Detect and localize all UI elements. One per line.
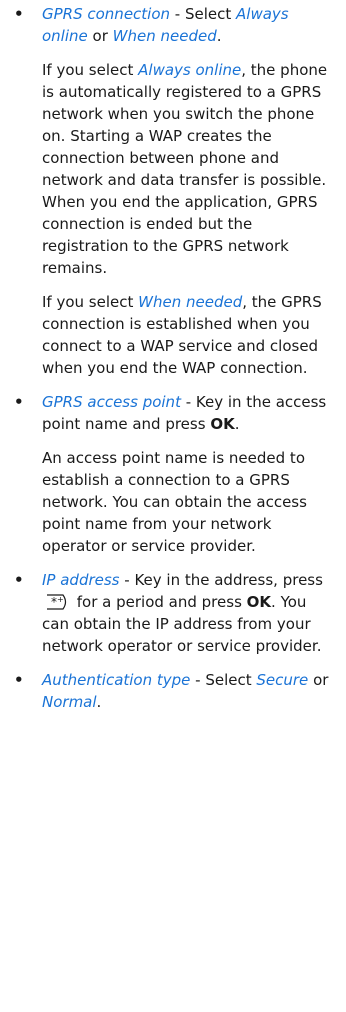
list-item-gprs-access-point: • GPRS access point - Key in the access … bbox=[8, 391, 338, 557]
authentication-type-term: Authentication type bbox=[42, 671, 191, 689]
access-point-explanation: An access point name is needed to establ… bbox=[42, 449, 307, 555]
always-online-ref: Always online bbox=[138, 61, 242, 79]
authentication-type-description: Authentication type - Select Secure or N… bbox=[42, 671, 329, 711]
svg-text:+: + bbox=[57, 595, 64, 604]
when-needed-ref: When needed bbox=[138, 293, 243, 311]
bullet-marker: • bbox=[14, 5, 24, 23]
when-needed-explanation: If you select When needed, the GPRS conn… bbox=[42, 293, 322, 377]
ip-address-description: IP address - Key in the address, press *… bbox=[42, 571, 323, 655]
bullet-marker: • bbox=[14, 571, 24, 589]
normal-option: Normal bbox=[42, 693, 97, 711]
always-online-explanation: If you select Always online, the phone i… bbox=[42, 61, 328, 277]
gprs-access-point-term: GPRS access point bbox=[42, 393, 181, 411]
bullet-marker: • bbox=[14, 671, 24, 689]
ok-key-label: OK bbox=[246, 593, 272, 611]
ok-key-label: OK bbox=[210, 415, 235, 433]
manual-page: • GPRS connection - Select Always online… bbox=[0, 0, 346, 713]
list-item-authentication-type: • Authentication type - Select Secure or… bbox=[8, 669, 338, 713]
ip-address-term: IP address bbox=[42, 571, 120, 589]
bullet-marker: • bbox=[14, 393, 24, 411]
gprs-connection-term: GPRS connection bbox=[42, 5, 171, 23]
list-item-gprs-connection: • GPRS connection - Select Always online… bbox=[8, 3, 338, 379]
gprs-connection-description: GPRS connection - Select Always online o… bbox=[42, 5, 289, 45]
secure-option: Secure bbox=[256, 671, 309, 689]
list-item-ip-address: • IP address - Key in the address, press… bbox=[8, 569, 338, 657]
when-needed-option: When needed bbox=[112, 27, 217, 45]
star-key-icon: * + bbox=[44, 593, 70, 611]
gprs-access-point-description: GPRS access point - Key in the access po… bbox=[42, 393, 327, 433]
